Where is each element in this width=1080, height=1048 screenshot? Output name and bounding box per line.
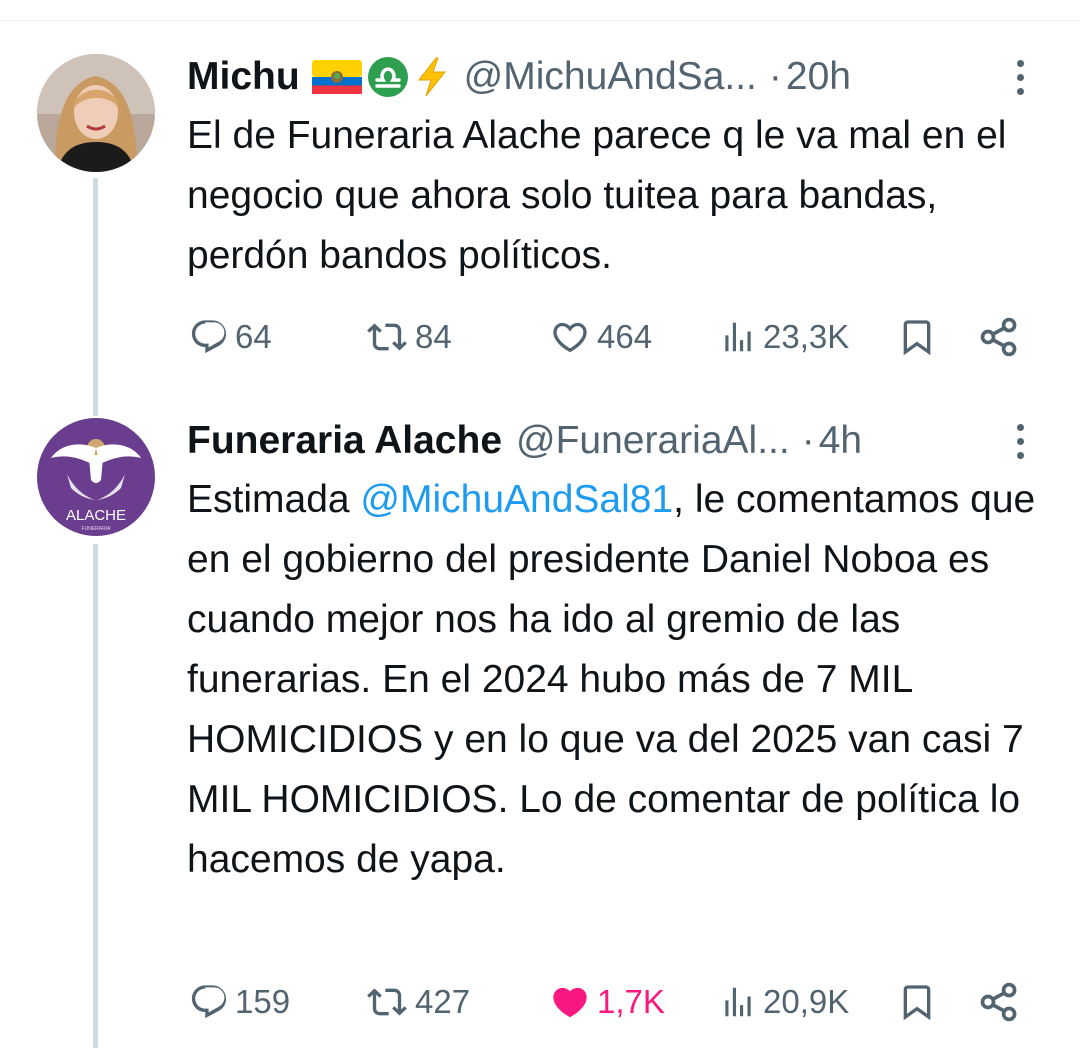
separator-dot: · xyxy=(801,419,815,462)
heart-filled-icon xyxy=(553,987,587,1018)
share-icon xyxy=(980,317,1017,357)
more-options-icon[interactable] xyxy=(1012,416,1028,466)
reply-button[interactable]: 64 xyxy=(189,312,272,362)
like-button[interactable]: 1,7K xyxy=(549,977,665,1027)
tweet-funeraria-alache[interactable]: ALACHE FUNERARIA Funeraria Alache @Funer… xyxy=(0,400,1080,1048)
repost-button[interactable]: 84 xyxy=(365,312,452,362)
like-count: 464 xyxy=(597,318,653,355)
display-name[interactable]: Michu xyxy=(187,55,300,99)
share-icon xyxy=(980,982,1017,1022)
repost-count: 427 xyxy=(415,983,471,1020)
repost-button[interactable]: 427 xyxy=(365,977,470,1027)
mention-link[interactable]: @MichuAndSal81 xyxy=(360,478,673,521)
views-icon xyxy=(725,322,751,352)
bookmark-button[interactable] xyxy=(897,977,937,1027)
alache-logo-subtext: FUNERARIA xyxy=(82,526,112,532)
views-button[interactable]: 23,3K xyxy=(719,312,849,362)
separator-dot: · xyxy=(768,55,782,98)
libra-icon xyxy=(367,57,408,97)
tweet-text-start: Estimada xyxy=(187,478,361,521)
alache-logo: ALACHE FUNERARIA xyxy=(37,418,155,536)
share-button[interactable] xyxy=(977,312,1021,362)
views-icon xyxy=(725,987,751,1017)
tweet-actions: 64 84 464 23,3K xyxy=(187,312,1037,362)
tweet-text-rest: , le comentamos que en el gobierno del p… xyxy=(187,478,1036,881)
share-button[interactable] xyxy=(977,977,1021,1027)
reply-button[interactable]: 159 xyxy=(189,977,290,1027)
tweet-header: Funeraria Alache @FunerariaAl... · 4h xyxy=(187,416,1020,466)
heart-icon xyxy=(553,322,587,353)
bookmark-icon xyxy=(903,320,931,356)
user-handle[interactable]: @FunerariaAl... xyxy=(516,419,790,463)
reply-count: 159 xyxy=(235,983,291,1020)
views-button[interactable]: 20,9K xyxy=(719,977,849,1027)
more-options-icon[interactable] xyxy=(1012,52,1028,102)
user-handle[interactable]: @MichuAndSa... xyxy=(464,55,757,99)
name-badges xyxy=(311,57,450,97)
tweet-michu[interactable]: Michu @MichuAndSa... · 20h El de Funerar… xyxy=(0,0,1080,400)
tweet-text: Estimada @MichuAndSal81, le comentamos q… xyxy=(187,470,1047,890)
reply-icon xyxy=(191,320,227,354)
lightning-icon xyxy=(417,57,446,97)
view-count: 20,9K xyxy=(763,983,850,1020)
display-name[interactable]: Funeraria Alache xyxy=(187,419,502,463)
repost-icon xyxy=(367,323,407,351)
bookmark-button[interactable] xyxy=(897,312,937,362)
bookmark-icon xyxy=(903,985,931,1021)
avatar[interactable]: ALACHE FUNERARIA xyxy=(37,418,155,536)
tweet-text: El de Funeraria Alache parece q le va ma… xyxy=(187,114,1007,277)
view-count: 23,3K xyxy=(763,318,850,355)
avatar-photo xyxy=(37,54,155,172)
timestamp[interactable]: 4h xyxy=(819,419,862,463)
reply-icon xyxy=(191,985,227,1019)
avatar[interactable] xyxy=(37,54,155,172)
timestamp[interactable]: 20h xyxy=(786,55,851,99)
ecuador-flag-icon xyxy=(311,60,362,94)
like-count: 1,7K xyxy=(597,983,665,1020)
alache-logo-text: ALACHE xyxy=(66,507,126,524)
tweet-header: Michu @MichuAndSa... · 20h xyxy=(187,52,1020,102)
reply-count: 64 xyxy=(235,318,272,355)
tweet-actions: 159 427 1,7K 20,9K xyxy=(187,977,1037,1027)
repost-count: 84 xyxy=(415,318,452,355)
repost-icon xyxy=(367,988,407,1016)
like-button[interactable]: 464 xyxy=(549,312,652,362)
